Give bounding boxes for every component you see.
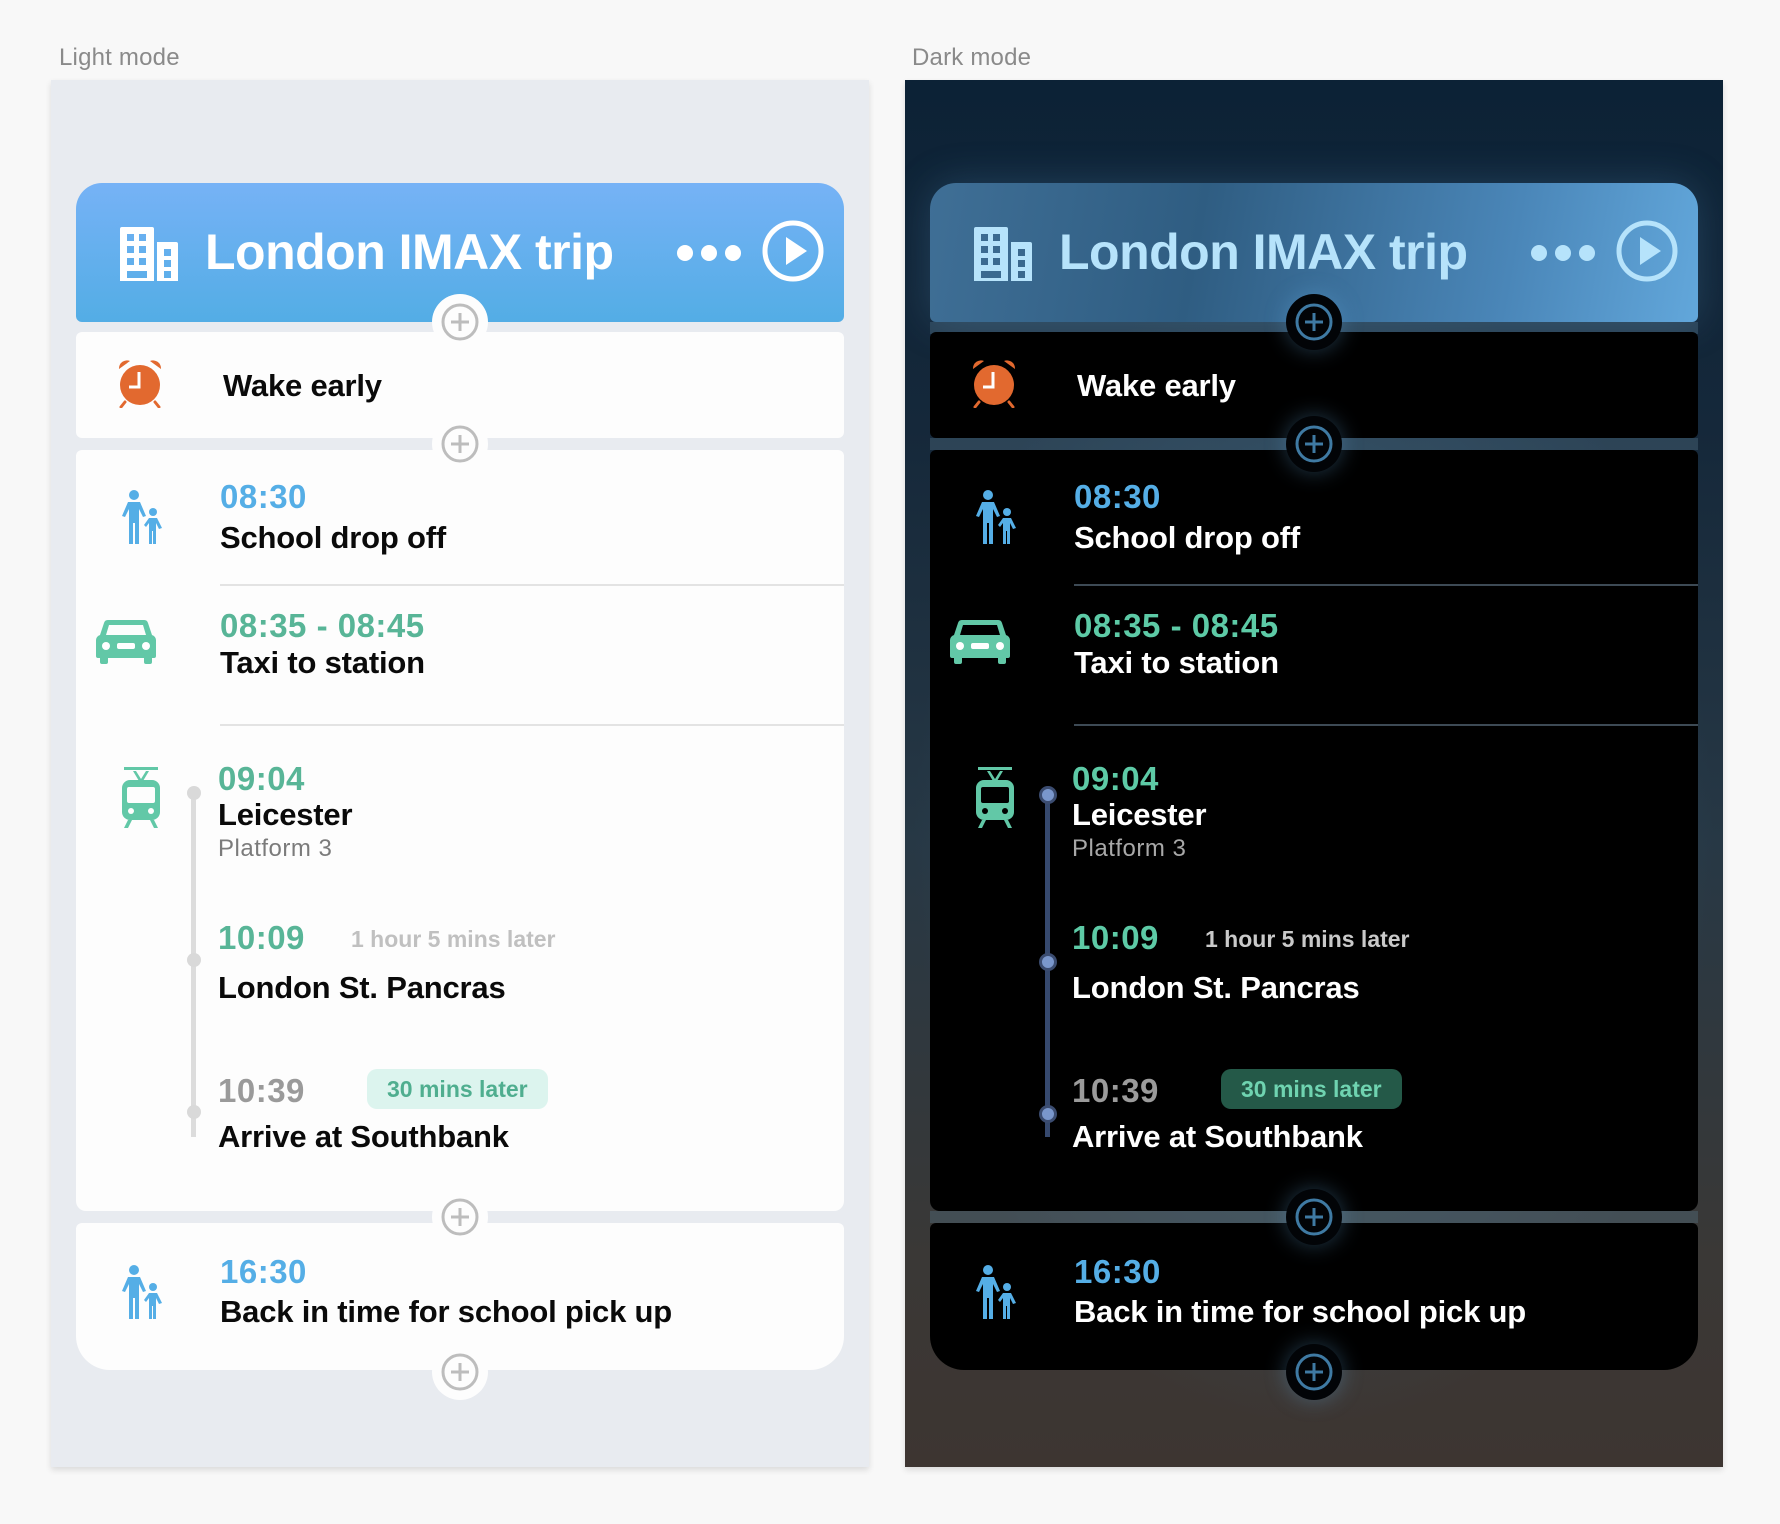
school-drop-off-title: School drop off — [1074, 520, 1301, 555]
plus-circle-icon — [441, 425, 479, 463]
timeline-stop-dot — [1038, 953, 1057, 971]
divider — [1074, 724, 1698, 726]
parent-child-icon — [122, 1265, 162, 1319]
trip-title: London IMAX trip — [1059, 224, 1468, 280]
building-icon — [120, 227, 178, 281]
plus-circle-icon — [441, 303, 479, 341]
plus-circle-icon — [1295, 425, 1333, 463]
wake-early-title: Wake early — [223, 368, 382, 403]
divider — [220, 584, 844, 586]
arrival-time: 10:09 — [218, 919, 305, 956]
add-item-button[interactable] — [1286, 294, 1342, 350]
timeline-stop-dot — [1038, 1105, 1057, 1123]
parent-child-icon — [976, 490, 1016, 544]
final-title: Arrive at Southbank — [1072, 1119, 1363, 1154]
alarm-clock-icon — [118, 360, 162, 408]
timeline-line — [191, 797, 196, 1137]
taxi-title: Taxi to station — [220, 645, 425, 680]
ellipsis-icon[interactable] — [676, 243, 742, 263]
plus-circle-icon — [1295, 1198, 1333, 1236]
final-time: 10:39 — [1072, 1072, 1159, 1109]
plus-circle-icon — [1295, 1353, 1333, 1391]
dark-mode-label: Dark mode — [912, 44, 1032, 71]
pick-up-time: 16:30 — [1074, 1253, 1161, 1290]
add-item-button[interactable] — [432, 1189, 488, 1245]
light-mode-label: Light mode — [59, 44, 180, 71]
timeline-stop-dot — [1038, 786, 1057, 804]
parent-child-icon — [122, 490, 162, 544]
add-item-button[interactable] — [1286, 1344, 1342, 1400]
car-icon — [950, 619, 1010, 664]
taxi-time: 08:35 - 08:45 — [1074, 607, 1279, 644]
pick-up-time: 16:30 — [220, 1253, 307, 1290]
pick-up-title: Back in time for school pick up — [1074, 1294, 1527, 1329]
final-title: Arrive at Southbank — [218, 1119, 509, 1154]
itinerary-card: 08:30 School drop off 08:35 - 08:45 Taxi… — [930, 450, 1698, 1211]
itinerary-card: 08:30 School drop off 08:35 - 08:45 Taxi… — [76, 450, 844, 1211]
tram-icon — [122, 767, 160, 828]
add-item-button[interactable] — [432, 1344, 488, 1400]
ellipsis-icon[interactable] — [1530, 243, 1596, 263]
departure-platform: Platform 3 — [218, 835, 333, 862]
plus-circle-icon — [441, 1353, 479, 1391]
add-item-button[interactable] — [432, 416, 488, 472]
car-icon — [96, 619, 156, 664]
taxi-title: Taxi to station — [1074, 645, 1279, 680]
taxi-time: 08:35 - 08:45 — [220, 607, 425, 644]
departure-time: 09:04 — [218, 760, 305, 797]
departure-platform: Platform 3 — [1072, 835, 1187, 862]
add-item-button[interactable] — [1286, 416, 1342, 472]
arrival-station: London St. Pancras — [1072, 970, 1360, 1005]
departure-time: 09:04 — [1072, 760, 1159, 797]
school-drop-off-time: 08:30 — [1074, 478, 1161, 515]
arrival-station: London St. Pancras — [218, 970, 506, 1005]
journey-duration: 1 hour 5 mins later — [1205, 926, 1410, 952]
divider — [1074, 584, 1698, 586]
wake-early-title: Wake early — [1077, 368, 1236, 403]
pick-up-title: Back in time for school pick up — [220, 1294, 673, 1329]
parent-child-icon — [976, 1265, 1016, 1319]
final-time: 10:39 — [218, 1072, 305, 1109]
dark-mode-preview: London IMAX trip Wake early 08:30 School… — [905, 80, 1723, 1467]
alarm-clock-icon — [972, 360, 1016, 408]
divider — [220, 724, 844, 726]
school-drop-off-title: School drop off — [220, 520, 447, 555]
arrival-time: 10:09 — [1072, 919, 1159, 956]
duration-badge: 30 mins later — [1221, 1069, 1402, 1109]
add-item-button[interactable] — [432, 294, 488, 350]
play-circle-icon[interactable] — [761, 219, 825, 283]
timeline-stop-dot — [186, 953, 201, 967]
building-icon — [974, 227, 1032, 281]
journey-duration: 1 hour 5 mins later — [351, 926, 556, 952]
plus-circle-icon — [1295, 303, 1333, 341]
timeline-stop-dot — [186, 1105, 201, 1119]
light-mode-preview: London IMAX trip Wake early 08:30 School… — [51, 80, 869, 1467]
tram-icon — [976, 767, 1014, 828]
timeline-stop-dot — [186, 786, 201, 800]
play-circle-icon[interactable] — [1615, 219, 1679, 283]
duration-badge: 30 mins later — [367, 1069, 548, 1109]
plus-circle-icon — [441, 1198, 479, 1236]
trip-title: London IMAX trip — [205, 224, 614, 280]
departure-station: Leicester — [218, 797, 353, 832]
add-item-button[interactable] — [1286, 1189, 1342, 1245]
departure-station: Leicester — [1072, 797, 1207, 832]
school-drop-off-time: 08:30 — [220, 478, 307, 515]
